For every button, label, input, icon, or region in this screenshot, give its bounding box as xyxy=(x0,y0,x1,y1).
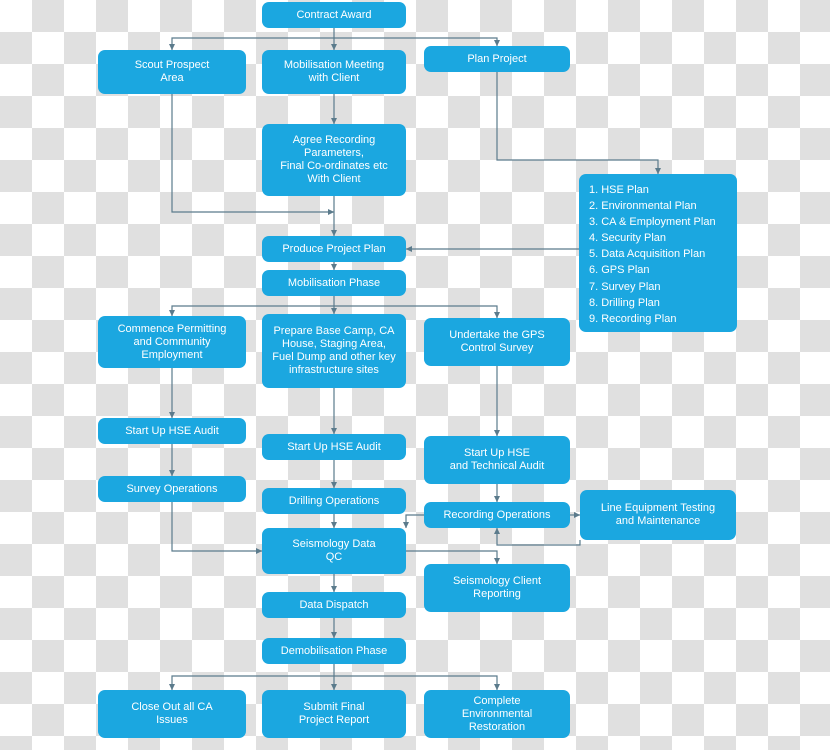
node-seismology_data_qc-label: Seismology Data QC xyxy=(292,538,376,563)
node-seismology_client_reporting[interactable]: Seismology Client Reporting xyxy=(424,564,570,612)
connector-demobilisation_phase-to-close_out_ca_issues xyxy=(168,675,334,691)
connector-recording_operations-to-seismology_data_qc xyxy=(402,514,424,529)
connector-contract_award-to-plan_project xyxy=(334,37,501,47)
node-recording_operations[interactable]: Recording Operations xyxy=(424,502,570,528)
node-close_out_ca_issues-label: Close Out all CA Issues xyxy=(131,701,213,726)
node-start_up_hse_audit_left-label: Start Up HSE Audit xyxy=(125,424,219,437)
node-contract_award[interactable]: Contract Award xyxy=(262,2,406,28)
node-plans_list-line: 7. Survey Plan xyxy=(589,280,661,293)
node-undertake_gps_control_survey-label: Undertake the GPS Control Survey xyxy=(449,329,545,354)
node-start_up_hse_technical_audit[interactable]: Start Up HSE and Technical Audit xyxy=(424,436,570,484)
node-seismology_client_reporting-label: Seismology Client Reporting xyxy=(452,575,542,600)
node-line_equipment_testing[interactable]: Line Equipment Testing and Maintenance xyxy=(580,490,736,540)
node-produce_project_plan[interactable]: Produce Project Plan xyxy=(262,236,406,262)
node-mobilisation_phase[interactable]: Mobilisation Phase xyxy=(262,270,406,296)
node-drilling_operations-label: Drilling Operations xyxy=(288,494,380,507)
node-submit_final_project_report[interactable]: Submit Final Project Report xyxy=(262,690,406,738)
node-plans_list-line: 1. HSE Plan xyxy=(589,184,649,196)
flowchart-canvas: Contract Award Scout Prospect Area Mobilis… xyxy=(0,0,830,750)
node-start_up_hse_audit_mid[interactable]: Start Up HSE Audit xyxy=(262,434,406,460)
node-start_up_hse_audit_mid-label: Start Up HSE Audit xyxy=(287,440,381,453)
node-undertake_gps_control_survey[interactable]: Undertake the GPS Control Survey xyxy=(424,318,570,366)
node-agree_recording_parameters[interactable]: Agree Recording Parameters, Final Co-ord… xyxy=(262,124,406,196)
connector-line_equipment_testing-to-recording_operations xyxy=(493,527,581,546)
node-survey_operations-label: Survey Operations xyxy=(126,482,218,495)
connector-plan_project-to-plans_list xyxy=(496,72,662,175)
node-start_up_hse_audit_left[interactable]: Start Up HSE Audit xyxy=(98,418,246,444)
node-survey_operations[interactable]: Survey Operations xyxy=(98,476,246,502)
node-prepare_base_camp[interactable]: Prepare Base Camp, CA House, Staging Are… xyxy=(262,314,406,388)
node-plans_list-line: 6. GPS Plan xyxy=(589,264,650,277)
node-demobilisation_phase-label: Demobilisation Phase xyxy=(280,644,388,657)
node-data_dispatch-label: Data Dispatch xyxy=(299,598,369,611)
node-scout_prospect_area-label: Scout Prospect Area xyxy=(134,59,210,84)
node-produce_project_plan-label: Produce Project Plan xyxy=(282,242,386,255)
connector-demobilisation_phase-to-complete_environmental_restoration xyxy=(334,675,501,691)
node-submit_final_project_report-label: Submit Final Project Report xyxy=(298,701,370,726)
node-plans_list-line: 5. Data Acquisition Plan xyxy=(589,248,706,261)
node-plans_list-line: 9. Recording Plan xyxy=(589,312,677,325)
node-plan_project-label: Plan Project xyxy=(467,52,527,65)
node-mobilisation_meeting-label: Mobilisation Meeting with Client xyxy=(283,59,385,84)
node-plans_list-line: 3. CA & Employment Plan xyxy=(589,216,716,229)
node-mobilisation_meeting[interactable]: Mobilisation Meeting with Client xyxy=(262,50,406,94)
node-drilling_operations[interactable]: Drilling Operations xyxy=(262,488,406,514)
node-commence_permitting[interactable]: Commence Permitting and Community Employ… xyxy=(98,316,246,368)
node-line_equipment_testing-label: Line Equipment Testing and Maintenance xyxy=(600,502,716,527)
node-plans_list[interactable]: 1. HSE Plan 2. Environmental Plan 3. CA & … xyxy=(579,174,737,332)
connector-seismology_data_qc-to-seismology_client_reporting xyxy=(406,550,501,565)
node-scout_prospect_area[interactable]: Scout Prospect Area xyxy=(98,50,246,94)
node-plans_list-line: 8. Drilling Plan xyxy=(589,296,660,309)
flowchart-connectors xyxy=(168,28,662,691)
connector-contract_award-to-scout_prospect_area xyxy=(168,37,334,51)
node-prepare_base_camp-label: Prepare Base Camp, CA House, Staging Are… xyxy=(272,325,396,376)
node-recording_operations-label: Recording Operations xyxy=(443,508,551,521)
node-commence_permitting-label: Commence Permitting and Community Employ… xyxy=(117,322,227,361)
connector-survey_operations-to-seismology_data_qc xyxy=(171,502,263,555)
node-agree_recording_parameters-label: Agree Recording Parameters, Final Co-ord… xyxy=(280,134,388,185)
node-seismology_data_qc[interactable]: Seismology Data QC xyxy=(262,528,406,574)
node-complete_environmental_restoration-label: Complete Environmental Restoration xyxy=(461,694,533,733)
node-plans_list-line: 4. Security Plan xyxy=(589,232,667,245)
node-plan_project[interactable]: Plan Project xyxy=(424,46,570,72)
node-demobilisation_phase[interactable]: Demobilisation Phase xyxy=(262,638,406,664)
node-mobilisation_phase-label: Mobilisation Phase xyxy=(287,276,381,289)
node-data_dispatch[interactable]: Data Dispatch xyxy=(262,592,406,618)
node-start_up_hse_technical_audit-label: Start Up HSE and Technical Audit xyxy=(449,447,545,472)
node-plans_list-line: 2. Environmental Plan xyxy=(589,200,697,213)
node-close_out_ca_issues[interactable]: Close Out all CA Issues xyxy=(98,690,246,738)
node-contract_award-label: Contract Award xyxy=(296,8,372,21)
node-complete_environmental_restoration[interactable]: Complete Environmental Restoration xyxy=(424,690,570,738)
